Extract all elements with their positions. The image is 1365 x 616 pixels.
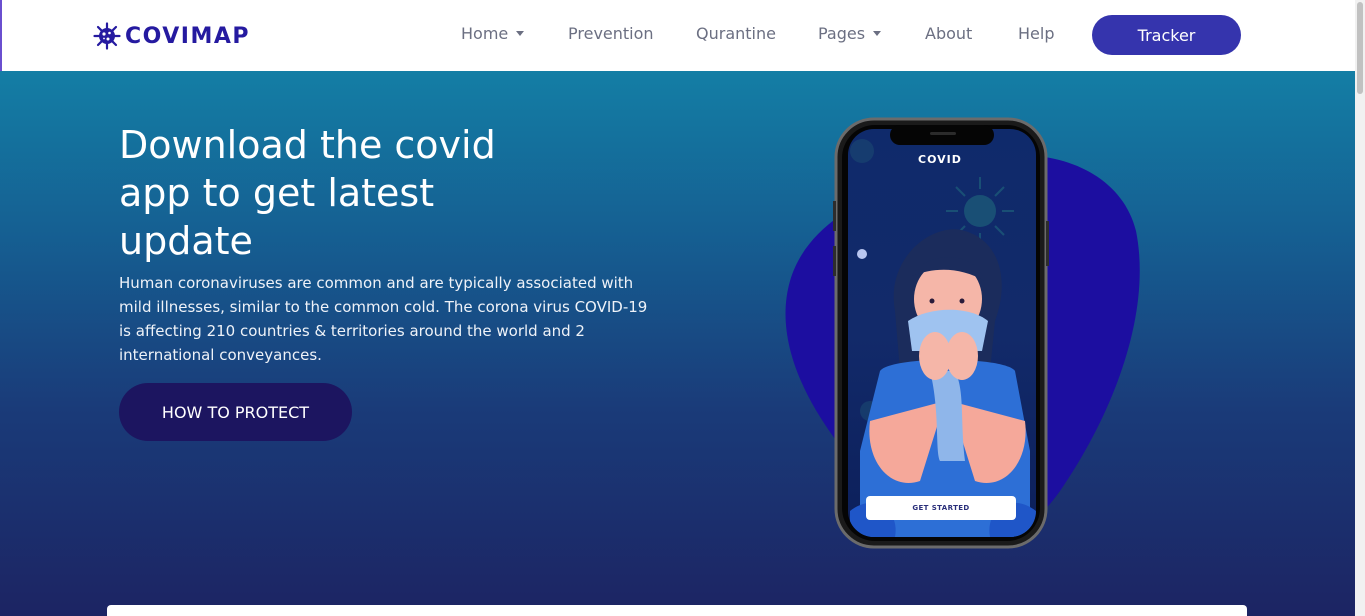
nav-item-about[interactable]: About: [925, 24, 972, 43]
nav-item-label: Qurantine: [696, 24, 776, 43]
phone-illustration: [785, 117, 1140, 549]
nav-item-help[interactable]: Help: [1018, 24, 1054, 43]
scrollbar-thumb[interactable]: [1357, 2, 1363, 94]
nav-item-label: About: [925, 24, 973, 43]
nav-item-label: Pages: [818, 24, 866, 43]
phone-title: COVID: [918, 153, 962, 166]
nav-item-label: Help: [1018, 24, 1055, 43]
nav-item-pages[interactable]: Pages: [818, 24, 882, 43]
brand-logo[interactable]: COVIMAP: [93, 22, 250, 50]
nav-item-label: Prevention: [568, 24, 654, 43]
navbar: COVIMAP Home Prevention Qurantine Pages …: [0, 0, 1355, 71]
virus-logo-icon: [93, 22, 121, 50]
nav-item-prevention[interactable]: Prevention: [568, 24, 654, 43]
chevron-down-icon: [516, 31, 525, 36]
tracker-button[interactable]: Tracker: [1092, 15, 1241, 55]
content-card: [107, 605, 1247, 616]
hero-section: Download the covid app to get latest upd…: [0, 71, 1355, 616]
nav-item-label: Home: [461, 24, 509, 43]
chevron-down-icon: [873, 31, 882, 36]
phone-screen: [848, 129, 1036, 537]
brand-name: COVIMAP: [125, 23, 251, 49]
nav-item-home[interactable]: Home: [461, 24, 525, 43]
nav-item-qurantine[interactable]: Qurantine: [696, 24, 776, 43]
get-started-button[interactable]: GET STARTED: [866, 496, 1016, 520]
